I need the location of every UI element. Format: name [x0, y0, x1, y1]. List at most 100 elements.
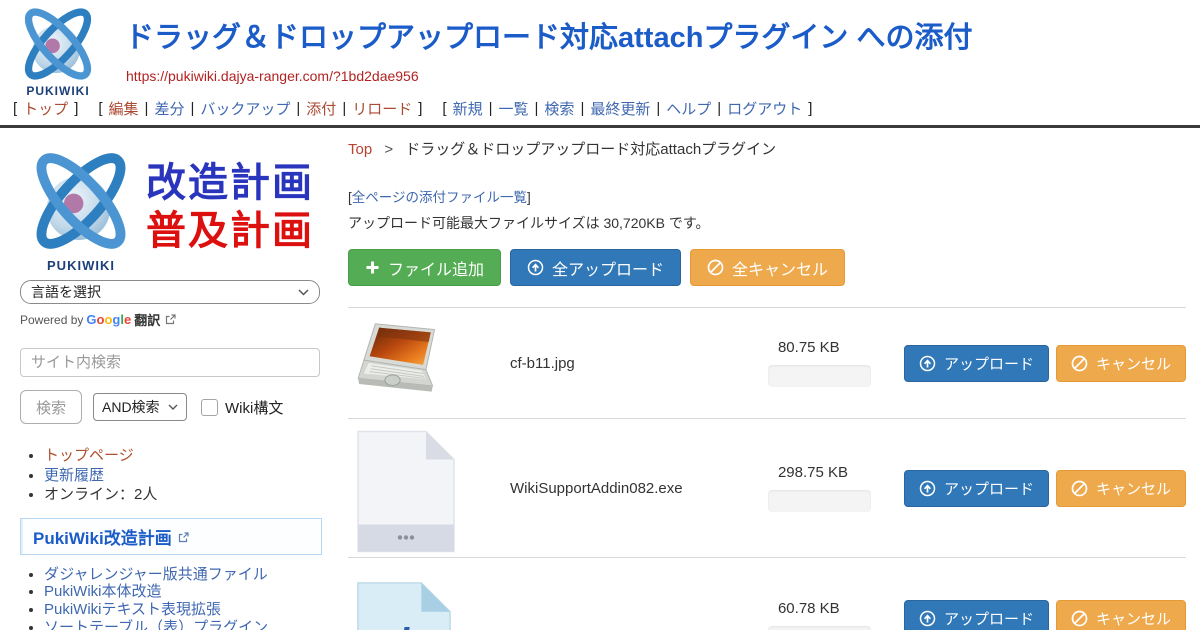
- upload-progress-bar: [768, 490, 871, 512]
- sidebar-item-body-mod[interactable]: PukiWiki本体改造: [44, 583, 162, 600]
- nav-separator: |: [489, 100, 493, 117]
- upload-button[interactable]: アップロード: [904, 345, 1049, 382]
- cancel-label: キャンセル: [1096, 353, 1171, 374]
- pukiwiki-logo-icon[interactable]: PUKIWIKI: [10, 4, 106, 98]
- upload-circle-icon: [919, 355, 936, 372]
- file-row: </> contents.html 60.78 KB アップロード キャンセル: [348, 557, 1186, 630]
- nav-item-help[interactable]: ヘルプ: [666, 98, 711, 119]
- nav-item-top[interactable]: トップ: [23, 98, 68, 119]
- search-mode-value: AND検索: [102, 397, 168, 417]
- breadcrumb-home-link[interactable]: Top: [348, 141, 372, 158]
- nav-bracket: ]: [418, 100, 422, 117]
- upload-label: アップロード: [944, 353, 1034, 374]
- sidebar-section-list: ダジャレンジャー版共通ファイル PukiWiki本体改造 PukiWikiテキス…: [44, 567, 330, 630]
- upload-all-label: 全アップロード: [552, 256, 664, 280]
- nav-bracket: ]: [74, 100, 78, 117]
- nav-item-recent[interactable]: 最終更新: [590, 98, 650, 119]
- attach-list-line: [全ページの添付ファイル一覧]: [348, 186, 1200, 206]
- nav-item-edit[interactable]: 編集: [109, 98, 139, 119]
- cancel-label: キャンセル: [1096, 478, 1171, 499]
- nav-bracket: [: [442, 100, 446, 117]
- generic-file-icon: [356, 429, 456, 554]
- file-size: 60.78 KB: [768, 600, 888, 617]
- nav-separator: |: [717, 100, 721, 117]
- page-url-link[interactable]: https://pukiwiki.dajya-ranger.com/?1bd2d…: [126, 68, 419, 84]
- nav-separator: |: [656, 100, 660, 117]
- all-pages-attach-list-link[interactable]: 全ページの添付ファイル一覧: [352, 190, 527, 205]
- nav-separator: |: [296, 100, 300, 117]
- file-name: WikiSupportAddin082.exe: [510, 480, 768, 497]
- nav-item-search[interactable]: 検索: [544, 98, 574, 119]
- cancel-button[interactable]: キャンセル: [1056, 600, 1186, 630]
- add-file-button[interactable]: ファイル追加: [348, 249, 501, 286]
- sidebar-logo-text: PUKIWIKI: [20, 258, 142, 273]
- file-row: WikiSupportAddin082.exe 298.75 KB アップロード…: [348, 418, 1186, 557]
- file-row: cf-b11.jpg 80.75 KB アップロード キャンセル: [348, 307, 1186, 418]
- google-logo: Google: [86, 312, 131, 327]
- nav-separator: |: [145, 100, 149, 117]
- translate-link[interactable]: 翻訳: [134, 310, 160, 329]
- html-file-icon: </>: [356, 581, 452, 630]
- wiki-syntax-checkbox[interactable]: [201, 399, 218, 416]
- nav-item-reload[interactable]: リロード: [352, 98, 412, 119]
- nav-item-list[interactable]: 一覧: [499, 98, 529, 119]
- sidebar-top-list: トップページ 更新履歴 オンライン：2人: [44, 448, 330, 504]
- sidebar-item-text-ext[interactable]: PukiWikiテキスト表現拡張: [44, 601, 221, 618]
- page-header: PUKIWIKI ドラッグ＆ドロップアップロード対応attachプラグイン への…: [0, 0, 1200, 96]
- cancel-button[interactable]: キャンセル: [1056, 470, 1186, 507]
- sidebar-section-header-box: PukiWiki改造計画: [20, 518, 322, 555]
- list-item: 更新履歴: [44, 468, 330, 485]
- google-translate-attribution: Powered by Google 翻訳: [20, 310, 330, 329]
- top-navbar: [ トップ ] [ 編集 | 差分 | バックアップ | 添付 | リロード ]…: [0, 96, 1200, 120]
- search-button[interactable]: 検索: [20, 390, 82, 424]
- nav-separator: |: [342, 100, 346, 117]
- upload-toolbar: ファイル追加 全アップロード 全キャンセル: [348, 249, 1200, 286]
- nav-item-diff[interactable]: 差分: [154, 98, 184, 119]
- ban-icon: [1071, 355, 1088, 372]
- upload-file-list: cf-b11.jpg 80.75 KB アップロード キャンセル: [348, 307, 1186, 630]
- site-search-input[interactable]: [20, 348, 320, 377]
- nav-item-backup[interactable]: バックアップ: [200, 98, 290, 119]
- sidebar-logo[interactable]: PUKIWIKI 改造計画 普及計画: [20, 144, 330, 270]
- nav-separator: |: [190, 100, 194, 117]
- nav-item-attach[interactable]: 添付: [306, 98, 336, 119]
- upload-all-button[interactable]: 全アップロード: [510, 249, 681, 286]
- upload-button[interactable]: アップロード: [904, 470, 1049, 507]
- list-item: PukiWikiテキスト表現拡張: [44, 602, 330, 618]
- cancel-all-label: 全キャンセル: [732, 256, 828, 280]
- laptop-photo-thumbnail: [356, 320, 452, 406]
- list-item: オンライン：2人: [44, 487, 330, 504]
- cancel-all-button[interactable]: 全キャンセル: [690, 249, 845, 286]
- breadcrumb: Top > ドラッグ＆ドロップアップロード対応attachプラグイン: [348, 138, 1200, 159]
- list-item: PukiWiki本体改造: [44, 584, 330, 600]
- ban-icon: [707, 259, 724, 276]
- upload-circle-icon: [527, 259, 544, 276]
- search-mode-select[interactable]: AND検索: [93, 393, 187, 421]
- language-select[interactable]: 言語を選択: [20, 280, 320, 304]
- breadcrumb-current: ドラッグ＆ドロップアップロード対応attachプラグイン: [405, 141, 776, 158]
- nav-item-logout[interactable]: ログアウト: [727, 98, 802, 119]
- sidebar-item-common-files[interactable]: ダジャレンジャー版共通ファイル: [44, 566, 268, 583]
- online-status: オンライン：2人: [44, 486, 157, 503]
- main-content: Top > ドラッグ＆ドロップアップロード対応attachプラグイン [全ページ…: [340, 128, 1200, 630]
- sidebar-section-header-link[interactable]: PukiWiki改造計画: [33, 529, 172, 548]
- nav-item-new[interactable]: 新規: [453, 98, 483, 119]
- language-select-value: 言語を選択: [31, 282, 298, 302]
- sidebar-item-top-page[interactable]: トップページ: [44, 447, 134, 464]
- list-item: トップページ: [44, 448, 330, 465]
- sidebar-item-update-history[interactable]: 更新履歴: [44, 467, 104, 484]
- list-item: ソートテーブル（表）プラグイン: [44, 620, 330, 630]
- upload-circle-icon: [919, 480, 936, 497]
- list-item: ダジャレンジャー版共通ファイル: [44, 567, 330, 583]
- powered-by-label: Powered by: [20, 313, 83, 327]
- upload-progress-bar: [768, 365, 871, 387]
- sidebar-item-sort-table[interactable]: ソートテーブル（表）プラグイン: [44, 619, 268, 630]
- code-glyph: </>: [372, 621, 436, 630]
- cancel-button[interactable]: キャンセル: [1056, 345, 1186, 382]
- upload-circle-icon: [919, 610, 936, 627]
- upload-button[interactable]: アップロード: [904, 600, 1049, 630]
- bracket: ]: [527, 190, 531, 205]
- file-name: cf-b11.jpg: [510, 355, 768, 372]
- file-size: 80.75 KB: [768, 339, 888, 356]
- pukiwiki-logo-text: PUKIWIKI: [10, 84, 106, 98]
